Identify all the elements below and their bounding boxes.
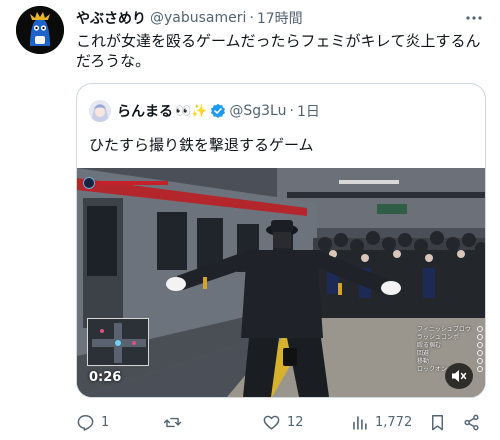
tweet[interactable]: やぶさめり @yabusameri · 17時間 これが女達を殴るゲームだったら… — [0, 0, 500, 440]
like-count: 12 — [287, 414, 304, 430]
hud-item: 回避 — [417, 350, 483, 358]
heart-icon — [263, 415, 280, 430]
hud-item: フィニッシュブロウ — [417, 326, 483, 334]
repost-icon — [163, 417, 182, 427]
tweet-header: やぶさめり @yabusameri · 17時間 — [76, 8, 303, 28]
verified-badge-icon — [210, 103, 226, 119]
share-button[interactable] — [462, 410, 481, 434]
avatar[interactable] — [16, 6, 64, 54]
action-bar: 1 12 1,772 — [76, 410, 486, 434]
quote-avatar-image — [89, 100, 111, 122]
post-time[interactable]: 17時間 — [257, 8, 303, 28]
reply-button[interactable]: 1 — [76, 410, 109, 434]
bookmark-button[interactable] — [428, 410, 447, 434]
hud-item: 殴る掴む — [417, 342, 483, 350]
post-text: これが女達を殴るゲームだったらフェミがキレて炎上するんだろうな。 — [76, 32, 481, 70]
health-orb-icon — [83, 177, 95, 189]
separator-dot: · — [289, 103, 294, 119]
quote-author-handle[interactable]: @Sg3Lu — [229, 103, 286, 119]
share-icon — [464, 414, 479, 430]
video-player[interactable]: 0:26 フィニッシュブロウ ラッシュコンボ 殴る掴む 回避 移動 ロックオン — [77, 168, 485, 397]
more-icon[interactable] — [462, 6, 486, 30]
reply-icon — [77, 414, 94, 431]
hud-item: ラッシュコンボ — [417, 334, 483, 342]
quote-avatar[interactable] — [89, 100, 111, 122]
views-icon — [353, 415, 367, 430]
mute-icon[interactable] — [445, 363, 473, 389]
separator-dot: · — [249, 10, 254, 26]
health-bar-fill — [98, 181, 168, 185]
author-name[interactable]: やぶさめり — [76, 8, 146, 28]
views-count: 1,772 — [375, 414, 413, 430]
quote-author-name[interactable]: らんまる — [117, 101, 173, 121]
quote-author-emoji: 👀✨ — [175, 103, 208, 119]
quote-tweet[interactable]: らんまる 👀✨ @Sg3Lu · 1日 ひたすら撮り鉄を撃退するゲーム 0:26… — [76, 83, 486, 398]
reply-count: 1 — [101, 414, 110, 430]
author-handle[interactable]: @yabusameri — [150, 10, 246, 26]
video-duration: 0:26 — [89, 370, 122, 385]
avatar-image — [16, 6, 64, 54]
quote-header: らんまる 👀✨ @Sg3Lu · 1日 — [117, 100, 320, 122]
minimap-image — [88, 319, 148, 365]
health-bar — [83, 177, 168, 189]
like-button[interactable]: 12 — [262, 410, 304, 434]
views-button[interactable]: 1,772 — [350, 410, 412, 434]
quote-time[interactable]: 1日 — [297, 101, 320, 121]
quote-text: ひたすら撮り鉄を撃退するゲーム — [89, 136, 314, 154]
bookmark-icon — [432, 414, 443, 430]
minimap — [87, 318, 149, 366]
repost-button[interactable] — [163, 410, 188, 434]
